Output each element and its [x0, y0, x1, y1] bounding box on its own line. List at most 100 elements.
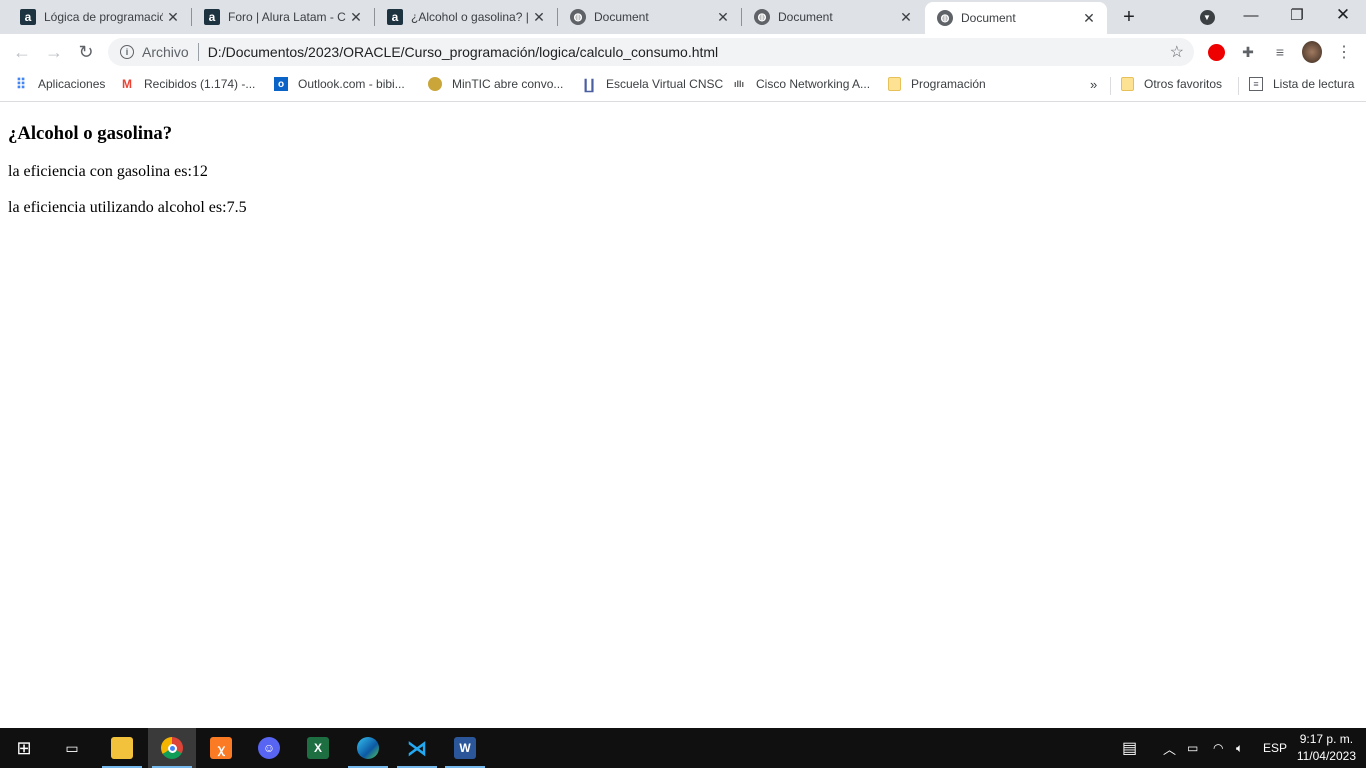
globe-icon: ◍: [754, 9, 770, 25]
bookmark-programacion[interactable]: Programación: [888, 77, 986, 91]
divider: [1238, 77, 1239, 95]
bookmark-star-icon[interactable]: ☆: [1170, 42, 1184, 62]
bookmarks-overflow-button[interactable]: »: [1090, 77, 1097, 92]
taskbar-xampp[interactable]: ꭓ: [197, 728, 245, 768]
discord-icon: ☺: [258, 737, 280, 759]
toolbar: ← → ↻ i Archivo D:/Documentos/2023/ORACL…: [0, 34, 1366, 70]
bookmark-cisco[interactable]: ıllı Cisco Networking A...: [732, 77, 870, 91]
windows-icon: ⊞: [16, 737, 32, 758]
bookmark-label: MinTIC abre convo...: [452, 77, 564, 91]
alura-icon: a: [20, 9, 36, 25]
alura-icon: a: [204, 9, 220, 25]
taskbar-discord[interactable]: ☺: [245, 728, 293, 768]
divider: [197, 43, 199, 61]
task-view-icon: ▭: [65, 739, 79, 756]
tab-document-2[interactable]: ◍ Document ✕: [742, 0, 924, 34]
bookmark-label: Otros favoritos: [1144, 77, 1223, 91]
tab-foro[interactable]: a Foro | Alura Latam - Cu ✕: [192, 0, 375, 34]
folder-icon: [888, 77, 901, 91]
adblock-extension-icon[interactable]: [1206, 42, 1226, 62]
tab-search-button[interactable]: ▼: [1184, 2, 1230, 32]
reload-button[interactable]: ↻: [72, 38, 100, 66]
news-widget-icon[interactable]: ▤: [1122, 728, 1137, 768]
language-indicator[interactable]: ESP: [1263, 728, 1287, 768]
battery-icon[interactable]: ▭: [1187, 728, 1198, 768]
bookmark-apps[interactable]: ⠿ Aplicaciones: [14, 76, 106, 92]
divider: [1110, 77, 1111, 95]
address-bar[interactable]: i Archivo D:/Documentos/2023/ORACLE/Curs…: [108, 38, 1194, 66]
folder-icon: [111, 737, 133, 759]
taskbar-file-explorer[interactable]: [98, 728, 146, 768]
gmail-icon: M: [122, 77, 132, 91]
alura-icon: a: [387, 9, 403, 25]
restore-button[interactable]: ❐: [1274, 0, 1320, 30]
outlook-icon: o: [274, 77, 288, 91]
taskbar-edge[interactable]: [344, 728, 392, 768]
site-chip[interactable]: Archivo: [142, 44, 189, 60]
tab-alcohol[interactable]: a ¿Alcohol o gasolina? | ✕: [375, 0, 558, 34]
start-button[interactable]: ⊞: [0, 728, 48, 768]
tab-document-1[interactable]: ◍ Document ✕: [558, 0, 742, 34]
wifi-icon[interactable]: ◠: [1213, 728, 1223, 768]
other-bookmarks[interactable]: Otros favoritos: [1121, 77, 1222, 91]
taskbar-chrome[interactable]: [148, 728, 196, 768]
bookmarks-bar: ⠿ Aplicaciones M Recibidos (1.174) -... oO…: [0, 70, 1366, 102]
forward-button[interactable]: →: [40, 38, 68, 66]
tab-title: ¿Alcohol o gasolina? |: [411, 10, 529, 24]
tab-title: Document: [594, 10, 649, 24]
time: 9:17 p. m.: [1299, 732, 1354, 746]
taskbar-excel[interactable]: X: [294, 728, 342, 768]
back-button[interactable]: ←: [8, 38, 36, 66]
tab-title: Document: [778, 10, 833, 24]
xampp-icon: ꭓ: [210, 737, 232, 759]
bookmark-cnsc[interactable]: ∐ Escuela Virtual CNSC: [582, 75, 724, 92]
alcohol-efficiency-text: la eficiencia utilizando alcohol es:7.5: [8, 199, 247, 216]
media-control-icon[interactable]: ≡: [1270, 42, 1290, 62]
close-tab-icon[interactable]: ✕: [1079, 10, 1099, 27]
bookmark-label: Outlook.com - bibi...: [298, 77, 405, 91]
minimize-button[interactable]: —: [1228, 0, 1274, 30]
bookmark-outlook[interactable]: o Outlook.com - bibi...: [274, 77, 405, 91]
tab-title: Foro | Alura Latam - Cu: [228, 10, 346, 24]
clock[interactable]: 9:17 p. m. 11/04/2023: [1297, 731, 1356, 765]
page-heading: ¿Alcohol o gasolina?: [8, 123, 173, 144]
tab-title: Lógica de programació: [44, 10, 163, 24]
url-text[interactable]: D:/Documentos/2023/ORACLE/Curso_programa…: [208, 44, 718, 60]
close-tab-icon[interactable]: ✕: [713, 9, 733, 26]
extensions-puzzle-icon[interactable]: ✚: [1238, 42, 1258, 62]
cisco-icon: ıllı: [733, 79, 744, 89]
tab-document-active[interactable]: ◍ Document ✕: [925, 2, 1107, 34]
bookmark-gmail[interactable]: M Recibidos (1.174) -...: [120, 77, 255, 91]
taskbar: ⊞ ▭ ꭓ ☺ X ⋊ W ▤ ︿ ▭ ◠ 🔈︎ ESP 9:17 p. m. 1…: [0, 728, 1366, 768]
chevron-up-icon[interactable]: ︿: [1163, 728, 1176, 768]
taskbar-vscode[interactable]: ⋊: [393, 728, 441, 768]
profile-avatar[interactable]: [1302, 41, 1322, 63]
tab-strip: a Lógica de programació ✕ a Foro | Alura La…: [0, 0, 1366, 34]
new-tab-button[interactable]: +: [1106, 2, 1152, 32]
chevron-down-icon: ▼: [1199, 9, 1215, 25]
cnsc-icon: ∐: [583, 75, 595, 92]
vscode-icon: ⋊: [407, 737, 427, 760]
close-tab-icon[interactable]: ✕: [163, 9, 183, 26]
bookmark-label: Escuela Virtual CNSC: [606, 77, 724, 91]
bookmark-label: Programación: [911, 77, 986, 91]
taskbar-word[interactable]: W: [441, 728, 489, 768]
close-tab-icon[interactable]: ✕: [529, 9, 549, 26]
close-window-button[interactable]: ✕: [1320, 0, 1366, 30]
reading-list-icon: ≡: [1249, 77, 1263, 91]
menu-kebab-icon[interactable]: ⋮: [1334, 42, 1354, 62]
close-tab-icon[interactable]: ✕: [896, 9, 916, 26]
reading-list[interactable]: ≡ Lista de lectura: [1249, 77, 1354, 91]
tab-logica[interactable]: a Lógica de programació ✕: [8, 0, 192, 34]
volume-icon[interactable]: 🔈︎: [1236, 728, 1243, 768]
bookmark-label: Cisco Networking A...: [756, 77, 871, 91]
task-view-button[interactable]: ▭: [48, 728, 96, 768]
gasoline-efficiency-text: la eficiencia con gasolina es:12: [8, 163, 208, 180]
edge-icon: [357, 737, 379, 759]
info-icon[interactable]: i: [120, 45, 134, 59]
folder-icon: [1121, 77, 1134, 91]
bookmark-label: Lista de lectura: [1273, 77, 1355, 91]
tab-title: Document: [961, 11, 1016, 25]
bookmark-mintic[interactable]: MinTIC abre convo...: [428, 77, 563, 91]
close-tab-icon[interactable]: ✕: [346, 9, 366, 26]
